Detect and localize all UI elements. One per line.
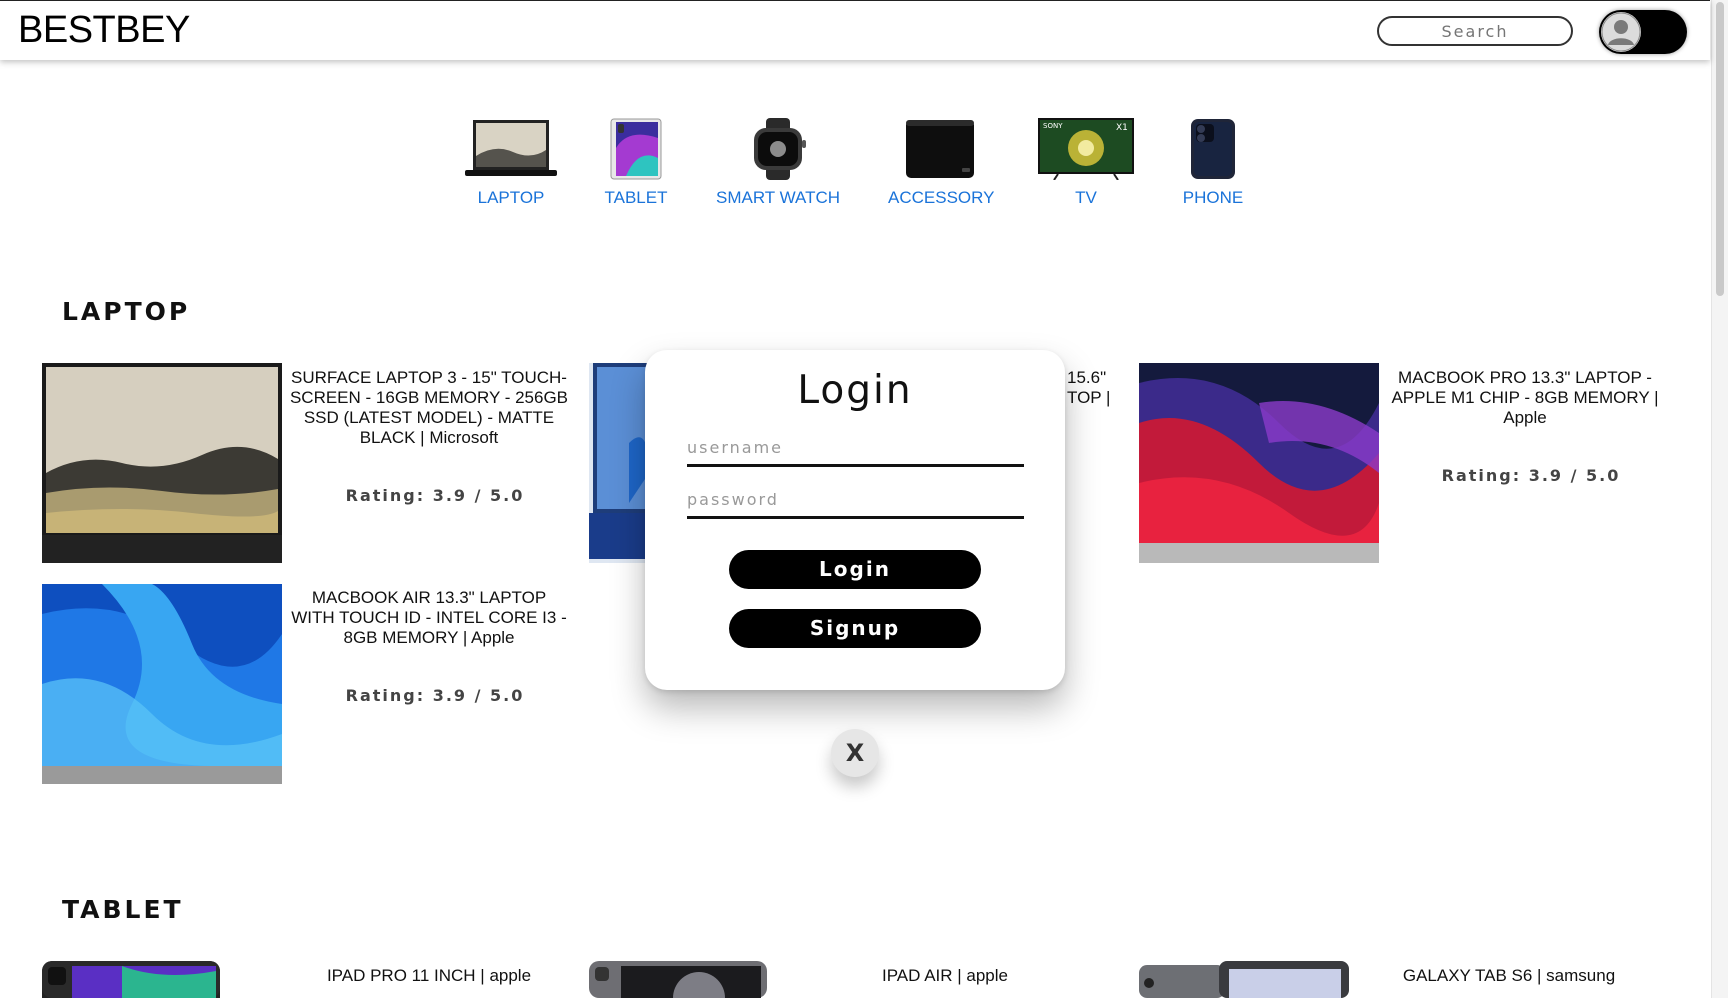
close-modal-button[interactable]: X	[831, 729, 879, 777]
search-field[interactable]	[1377, 16, 1573, 46]
product-rating-surface: Rating: 3.9 / 5.0	[345, 486, 525, 505]
product-name-ipad-pro[interactable]: IPAD PRO 11 INCH | apple	[289, 966, 569, 986]
top-navbar: BESTBEY	[0, 0, 1710, 60]
product-name-galaxy-tab[interactable]: GALAXY TAB S6 | samsung	[1369, 966, 1649, 986]
product-image-ipad-pro[interactable]	[42, 961, 220, 998]
category-label: ACCESSORY	[888, 188, 995, 207]
product-image-galaxy-tab[interactable]	[1139, 961, 1349, 998]
svg-text:SONY: SONY	[1043, 122, 1063, 130]
product-name-fragment: 15.6" TOP |	[1067, 368, 1110, 408]
category-label: TV	[1075, 188, 1097, 207]
category-phone[interactable]: PHONE	[1180, 118, 1246, 208]
product-rating-macbook-pro: Rating: 3.9 / 5.0	[1441, 466, 1621, 485]
section-title-laptop: LAPTOP	[62, 297, 191, 326]
brand-logo[interactable]: BESTBEY	[18, 9, 190, 52]
hard-drive-icon	[906, 120, 974, 178]
category-label: PHONE	[1182, 188, 1244, 207]
category-label: LAPTOP	[477, 188, 545, 207]
login-button[interactable]: Login	[729, 550, 981, 589]
product-image-macbook-pro[interactable]	[1139, 363, 1379, 563]
laptop-icon	[465, 120, 557, 176]
user-avatar-icon	[1601, 12, 1641, 52]
smartwatch-icon	[754, 118, 806, 180]
category-label: TABLET	[604, 188, 668, 207]
password-input[interactable]	[687, 482, 1024, 516]
username-input[interactable]	[687, 430, 1024, 464]
category-smart-watch[interactable]: SMART WATCH	[716, 118, 840, 208]
product-name-macbook-air[interactable]: MACBOOK AIR 13.3" LAPTOP WITH TOUCH ID -…	[289, 588, 569, 648]
phone-icon	[1191, 119, 1235, 179]
login-title: Login	[797, 368, 913, 413]
category-laptop[interactable]: LAPTOP	[465, 118, 557, 208]
user-menu-toggle[interactable]	[1599, 10, 1687, 54]
product-name-surface[interactable]: SURFACE LAPTOP 3 - 15" TOUCH-SCREEN - 16…	[289, 368, 569, 448]
section-title-tablet: TABLET	[62, 895, 184, 924]
password-field[interactable]	[687, 482, 1024, 519]
scrollbar-thumb[interactable]	[1716, 2, 1724, 296]
product-name-macbook-pro[interactable]: MACBOOK PRO 13.3" LAPTOP - APPLE M1 CHIP…	[1385, 368, 1665, 428]
product-image-macbook-air[interactable]	[42, 584, 282, 784]
page-scrollbar[interactable]	[1711, 0, 1728, 998]
product-image-hidden-laptop[interactable]	[589, 363, 649, 563]
product-name-ipad-air[interactable]: IPAD AIR | apple	[805, 966, 1085, 986]
signup-button[interactable]: Signup	[729, 609, 981, 648]
tablet-icon	[610, 118, 662, 180]
product-name-fragment-line-2: TOP |	[1067, 388, 1111, 407]
product-image-ipad-air[interactable]	[589, 961, 767, 998]
product-name-fragment-line-1: 15.6"	[1067, 368, 1107, 387]
svg-text:X1: X1	[1116, 123, 1128, 133]
tv-icon: SONY X1	[1038, 118, 1134, 180]
product-rating-macbook-air: Rating: 3.9 / 5.0	[345, 686, 525, 705]
category-tv[interactable]: SONY X1 TV	[1038, 118, 1134, 208]
login-modal: Login Login Signup	[645, 350, 1065, 690]
category-tablet[interactable]: TABLET	[604, 118, 668, 208]
username-field[interactable]	[687, 430, 1024, 467]
product-image-surface[interactable]	[42, 363, 282, 563]
category-label: SMART WATCH	[716, 188, 841, 207]
category-accessory[interactable]: ACCESSORY	[888, 118, 995, 208]
search-input[interactable]	[1379, 18, 1571, 45]
